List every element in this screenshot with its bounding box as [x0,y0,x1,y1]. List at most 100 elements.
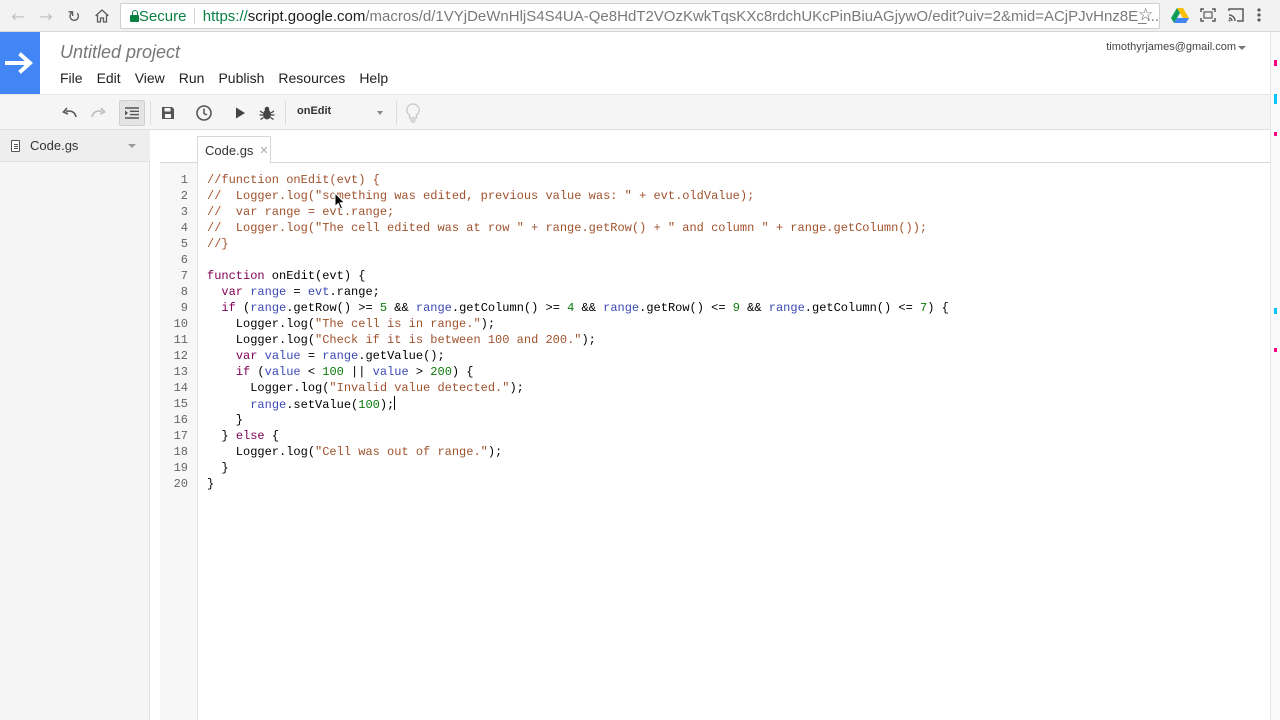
star-icon[interactable]: ☆ [1138,5,1153,25]
code-token: || [343,365,373,379]
code-line[interactable]: range.setValue(100); [207,396,396,412]
code-line[interactable]: function onEdit(evt) { [207,268,365,284]
code-token: // var range = evt.range; [207,205,395,219]
code-token: //function onEdit(evt) { [207,173,380,187]
code-token: "Check if it is between 100 and 200." [315,333,582,347]
code-line[interactable]: } else { [207,428,279,444]
code-line[interactable]: var range = evt.range; [207,284,379,300]
code-token: ) { [451,365,474,379]
back-icon[interactable]: ← [4,2,32,30]
code-token: range [250,301,287,315]
code-token: range [768,301,805,315]
code-line[interactable]: if (value < 100 || value > 200) { [207,364,474,380]
code-token: 9 [732,301,740,315]
line-number: 13 [173,365,188,379]
code-line[interactable]: Logger.log("The cell is in range."); [207,316,495,332]
text-caret [394,396,396,410]
code-line[interactable]: } [207,412,243,428]
account-caret-icon[interactable] [1238,46,1246,50]
code-line[interactable]: Logger.log("Cell was out of range."); [207,444,502,460]
menu-resources[interactable]: Resources [278,70,345,86]
code-token: ); [487,445,503,459]
cast-icon[interactable] [1227,7,1245,25]
line-number: 7 [180,269,188,283]
secure-label: Secure [138,7,187,25]
line-number: 11 [173,333,188,347]
triggers-icon[interactable] [191,100,217,126]
screenshot-icon[interactable] [1199,7,1217,25]
code-token: else [235,429,265,443]
files-panel: Code.gs [0,130,150,720]
function-selector[interactable]: onEdit [297,105,331,117]
code-token: > [408,365,431,379]
code-line[interactable]: if (range.getRow() >= 5 && range.getColu… [207,300,948,316]
code-line[interactable]: } [207,476,214,492]
code-token: ); [480,317,496,331]
save-icon[interactable] [155,100,181,126]
code-editor[interactable]: //function onEdit(evt) {// Logger.log("s… [198,163,1270,720]
code-token: onEdit(evt) { [264,269,366,283]
menu-icon[interactable] [1256,7,1266,25]
code-line[interactable]: // Logger.log("something was edited, pre… [207,188,754,204]
line-number: 18 [173,445,188,459]
tab-code-gs[interactable]: Code.gs ✕ [197,136,271,164]
code-token: //} [207,237,229,251]
code-token: Logger.log( [207,445,316,459]
debug-icon[interactable] [254,100,280,126]
lightbulb-icon[interactable] [400,100,426,126]
code-line[interactable]: } [207,460,229,476]
code-line[interactable]: //function onEdit(evt) { [207,172,380,188]
reload-icon[interactable]: ↻ [60,2,88,30]
line-number: 19 [173,461,188,475]
menu-view[interactable]: View [135,70,165,86]
code-token: 100 [358,398,380,412]
redo-icon[interactable] [85,100,111,126]
code-token: value [264,349,301,363]
code-token: 5 [379,301,388,315]
code-line[interactable]: var value = range.getValue(); [207,348,445,364]
drive-icon[interactable] [1171,7,1189,25]
code-line[interactable]: Logger.log("Invalid value detected."); [207,380,524,396]
run-icon[interactable] [227,100,253,126]
code-token: = [286,285,308,299]
file-menu-caret-icon[interactable] [128,144,136,148]
code-line[interactable]: //} [207,236,229,252]
menu-run[interactable]: Run [179,70,205,86]
code-token: function [207,269,265,283]
code-token: < [300,365,323,379]
toolbar-divider [396,101,397,125]
code-token: Logger.log( [207,317,316,331]
menu-edit[interactable]: Edit [97,70,121,86]
code-line[interactable]: // Logger.log("The cell edited was at ro… [207,220,927,236]
indent-icon[interactable] [119,100,145,126]
code-line[interactable]: // var range = evt.range; [207,204,394,220]
project-title[interactable]: Untitled project [60,42,180,63]
code-token: value [264,365,301,379]
address-bar[interactable]: Secure https://script.google.com/macros/… [120,3,1160,29]
code-token: range [603,301,640,315]
menu-publish[interactable]: Publish [218,70,264,86]
code-token: ); [379,398,395,412]
code-token: ); [509,381,524,395]
function-selector-caret-icon[interactable] [377,111,383,115]
code-token: .setValue( [286,398,359,412]
home-icon[interactable] [88,2,116,30]
close-icon[interactable]: ✕ [259,144,268,157]
code-token: ); [581,333,596,347]
code-token: } [207,461,229,475]
account-email[interactable]: timothyrjames@gmail.com [1106,41,1236,53]
code-token: ( [235,301,251,315]
file-item-code-gs[interactable]: Code.gs [0,130,150,162]
forward-icon[interactable]: → [32,2,60,30]
menu-bar: File Edit View Run Publish Resources Hel… [60,70,402,86]
line-number: 4 [180,221,188,235]
menu-help[interactable]: Help [359,70,388,86]
line-number: 20 [173,477,188,491]
undo-icon[interactable] [57,100,83,126]
menu-file[interactable]: File [60,70,83,86]
lock-icon [130,10,139,22]
code-line[interactable]: Logger.log("Check if it is between 100 a… [207,332,596,348]
apps-script-logo[interactable] [0,32,40,94]
